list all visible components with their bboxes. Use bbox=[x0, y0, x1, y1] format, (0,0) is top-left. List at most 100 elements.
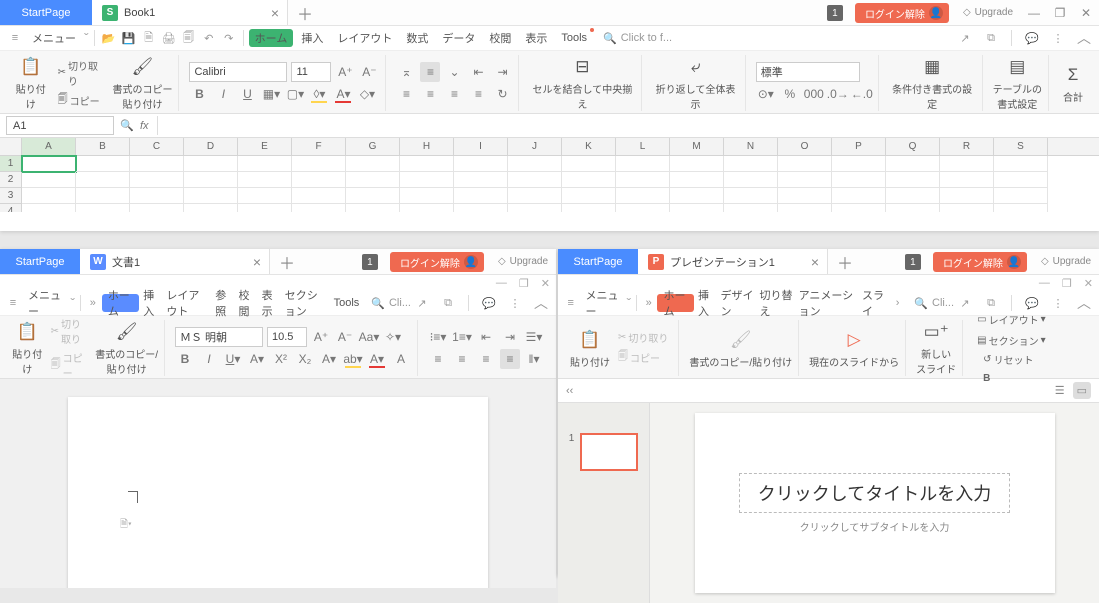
strike-icon[interactable]: A▾ bbox=[247, 349, 267, 369]
cell[interactable] bbox=[886, 188, 940, 204]
tab-home[interactable]: ホーム bbox=[657, 294, 694, 312]
search-input[interactable]: 🔍 Click to f... bbox=[603, 32, 672, 45]
tab-home[interactable]: ホーム bbox=[102, 294, 139, 312]
tab-animation[interactable]: アニメーション bbox=[797, 284, 858, 322]
cell[interactable] bbox=[886, 172, 940, 188]
menu-button[interactable]: メニュー bbox=[26, 27, 82, 49]
column-header[interactable]: H bbox=[400, 138, 454, 155]
cell[interactable] bbox=[616, 156, 670, 172]
valign-bot-icon[interactable]: ⌄ bbox=[444, 62, 464, 82]
new-tab-button[interactable]: ＋ bbox=[288, 0, 322, 25]
tab-section[interactable]: セクション bbox=[283, 284, 330, 322]
merge-button[interactable]: ⊟ セルを結合して中央揃え bbox=[529, 55, 635, 111]
paste-button[interactable]: 📋 貼り付け bbox=[570, 328, 610, 369]
kebab-icon[interactable]: ⋮ bbox=[1049, 294, 1067, 312]
upgrade-button[interactable]: ◇ Upgrade bbox=[1033, 249, 1099, 274]
cell[interactable] bbox=[832, 204, 886, 212]
paste-button[interactable]: 📋 貼り付け bbox=[12, 320, 43, 376]
cell[interactable] bbox=[238, 188, 292, 204]
export-icon[interactable]: 🗐 bbox=[180, 29, 198, 47]
indent-icon[interactable]: ⇥ bbox=[500, 327, 520, 347]
cell[interactable] bbox=[724, 156, 778, 172]
font-select[interactable]: Calibri bbox=[189, 62, 287, 82]
cell[interactable] bbox=[670, 156, 724, 172]
indent-dec-icon[interactable]: ⇤ bbox=[468, 62, 488, 82]
cell[interactable] bbox=[670, 204, 724, 212]
upgrade-button[interactable]: ◇ Upgrade bbox=[955, 0, 1021, 25]
cell[interactable] bbox=[508, 172, 562, 188]
cell[interactable] bbox=[940, 188, 994, 204]
cond-format-button[interactable]: ▦ 条件付き書式の設定 bbox=[889, 55, 976, 111]
bold-icon[interactable]: B bbox=[175, 349, 195, 369]
column-header[interactable]: A bbox=[22, 138, 76, 155]
para-icon[interactable]: ☰▾ bbox=[524, 327, 544, 347]
tab-tools[interactable]: Tools bbox=[332, 294, 362, 312]
collapse-ribbon-icon[interactable]: ︿ bbox=[1075, 29, 1093, 47]
cell[interactable] bbox=[778, 172, 832, 188]
overflow-right-icon[interactable]: › bbox=[891, 294, 905, 312]
search-input[interactable]: 🔍 Cli... bbox=[914, 297, 954, 310]
column-header[interactable]: M bbox=[670, 138, 724, 155]
share-icon[interactable]: ↗ bbox=[956, 29, 974, 47]
cell[interactable] bbox=[670, 172, 724, 188]
percent-icon[interactable]: % bbox=[780, 84, 800, 104]
minimize-icon[interactable]: — bbox=[1021, 6, 1047, 20]
tab-design[interactable]: デザイン bbox=[719, 284, 756, 322]
tab-view[interactable]: 表示 bbox=[260, 284, 281, 322]
italic-icon[interactable]: I bbox=[213, 84, 233, 104]
indent-inc-icon[interactable]: ⇥ bbox=[492, 62, 512, 82]
cell[interactable] bbox=[238, 156, 292, 172]
collapse-panel-icon[interactable]: ‹‹ bbox=[566, 385, 573, 397]
tab-startpage[interactable]: StartPage bbox=[0, 249, 80, 274]
cell[interactable] bbox=[184, 156, 238, 172]
cell[interactable] bbox=[184, 188, 238, 204]
column-header[interactable]: K bbox=[562, 138, 616, 155]
cell[interactable] bbox=[346, 188, 400, 204]
font-color-icon[interactable]: A▾ bbox=[333, 84, 353, 104]
change-case-icon[interactable]: Aa▾ bbox=[359, 327, 379, 347]
text-effect-icon[interactable]: A▾ bbox=[319, 349, 339, 369]
shrink-font-icon[interactable]: A⁻ bbox=[335, 327, 355, 347]
cell[interactable] bbox=[994, 188, 1048, 204]
clear-icon[interactable]: ◇▾ bbox=[357, 84, 377, 104]
clear-format-icon[interactable]: ✧▾ bbox=[383, 327, 403, 347]
tab-tools[interactable]: Tools bbox=[555, 29, 593, 47]
cell[interactable] bbox=[22, 156, 76, 172]
border-icon[interactable]: ▦▾ bbox=[261, 84, 281, 104]
column-header[interactable]: B bbox=[76, 138, 130, 155]
cell[interactable] bbox=[454, 188, 508, 204]
hamburger-icon[interactable]: ≡ bbox=[6, 294, 20, 312]
cell[interactable] bbox=[832, 172, 886, 188]
cell[interactable] bbox=[292, 172, 346, 188]
login-button[interactable]: ログイン解除 👤 bbox=[855, 3, 949, 23]
sub-icon[interactable]: X₂ bbox=[295, 349, 315, 369]
document-page[interactable]: 🗎▾ bbox=[68, 397, 488, 588]
column-header[interactable]: C bbox=[130, 138, 184, 155]
tab-startpage[interactable]: StartPage bbox=[0, 0, 92, 25]
font-color-icon[interactable]: A▾ bbox=[367, 349, 387, 369]
close-tab-icon[interactable]: × bbox=[271, 5, 279, 21]
column-header[interactable]: J bbox=[508, 138, 562, 155]
new-tab-button[interactable]: ＋ bbox=[828, 249, 862, 274]
font-select[interactable]: ＭＳ 明朝 bbox=[175, 327, 263, 347]
kebab-icon[interactable]: ⋮ bbox=[1049, 29, 1067, 47]
cut-button[interactable]: ✂ 切り取り bbox=[47, 315, 92, 347]
login-button[interactable]: ログイン解除 👤 bbox=[390, 252, 484, 272]
cell[interactable] bbox=[508, 156, 562, 172]
tab-transition[interactable]: 切り替え bbox=[758, 284, 795, 322]
cell[interactable] bbox=[994, 172, 1048, 188]
highlight-icon[interactable]: ab▾ bbox=[343, 349, 363, 369]
grow-font-icon[interactable]: A⁺ bbox=[335, 62, 355, 82]
notification-badge[interactable]: 1 bbox=[362, 254, 378, 270]
save-icon[interactable]: 💾 bbox=[120, 29, 138, 47]
cut-button[interactable]: ✂ 切り取り bbox=[614, 329, 672, 346]
currency-icon[interactable]: ⊙▾ bbox=[756, 84, 776, 104]
copy-button[interactable]: 🗐 コピー bbox=[47, 349, 92, 381]
outline-view-icon[interactable]: ☰ bbox=[1055, 384, 1065, 397]
collapse-icon[interactable]: ⧉ bbox=[982, 29, 1000, 47]
cell[interactable] bbox=[76, 156, 130, 172]
minimize-icon[interactable]: — bbox=[1039, 277, 1050, 289]
upgrade-button[interactable]: ◇ Upgrade bbox=[490, 249, 556, 274]
cell[interactable] bbox=[724, 172, 778, 188]
cell[interactable] bbox=[994, 204, 1048, 212]
